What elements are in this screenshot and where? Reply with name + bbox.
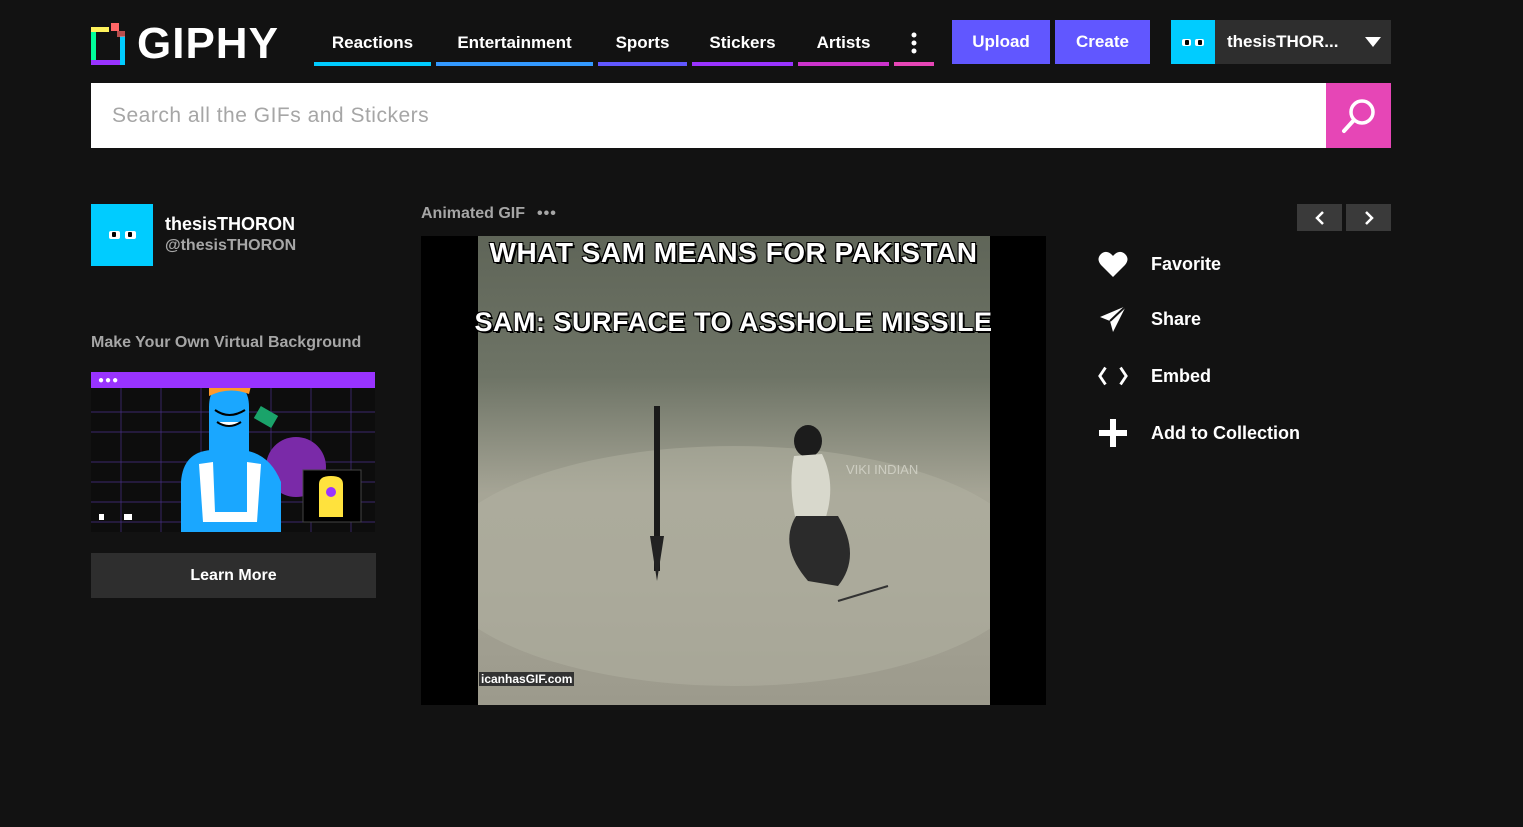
gif-caption-bottom: SAM: SURFACE TO ASSHOLE MISSILE <box>474 307 993 337</box>
chevron-right-icon <box>1364 210 1374 225</box>
add-to-collection-button[interactable]: Add to Collection <box>1097 417 1300 449</box>
more-vertical-icon <box>911 32 917 54</box>
code-brackets-icon <box>1097 360 1129 392</box>
search-button[interactable] <box>1326 83 1391 148</box>
channel-name: thesisTHORON <box>165 214 296 234</box>
upload-button[interactable]: Upload <box>952 20 1050 64</box>
brand-name: GIPHY <box>137 19 279 68</box>
main-nav: Reactions Entertainment Sports Stickers … <box>314 20 939 66</box>
gif-player[interactable]: WHAT SAM MEANS FOR PAKISTAN SAM: SURFACE… <box>421 236 1046 705</box>
favorite-label: Favorite <box>1151 253 1222 274</box>
nav-item-sports[interactable]: Sports <box>598 20 687 66</box>
gif-type-text: Animated GIF <box>421 205 526 222</box>
gif-caption-top: WHAT SAM MEANS FOR PAKISTAN <box>489 237 978 268</box>
embed-button[interactable]: Embed <box>1097 360 1211 392</box>
favorite-button[interactable]: Favorite <box>1097 248 1221 280</box>
share-label: Share <box>1151 308 1202 329</box>
user-menu[interactable]: thesisTHOR... <box>1171 20 1391 64</box>
nav-item-artists[interactable]: Artists <box>798 20 889 66</box>
chevron-down-icon <box>1365 37 1381 47</box>
nav-item-label: Artists <box>816 33 871 52</box>
heart-icon <box>1097 248 1129 280</box>
nav-underline <box>436 62 593 66</box>
previous-gif-button[interactable] <box>1297 204 1342 231</box>
next-gif-button[interactable] <box>1346 204 1391 231</box>
gif-watermark-site: icanhasGIF.com <box>479 672 575 686</box>
learn-more-button[interactable]: Learn More <box>91 553 376 598</box>
nav-item-label: Stickers <box>709 33 776 52</box>
promo-window-bar <box>91 372 375 388</box>
chevron-left-icon <box>1314 210 1324 225</box>
plus-icon <box>1097 417 1129 449</box>
nav-item-reactions[interactable]: Reactions <box>314 20 431 66</box>
search-input[interactable] <box>91 83 1326 148</box>
search-icon <box>1341 98 1375 133</box>
window-dots-icon: ●●● <box>98 375 120 386</box>
nav-underline <box>314 62 431 66</box>
add-to-collection-label: Add to Collection <box>1151 422 1300 443</box>
avatar <box>1171 20 1215 64</box>
avatar-eyes-icon <box>108 231 136 239</box>
gif-type-label: Animated GIF ••• <box>421 205 557 223</box>
channel-info[interactable]: thesisTHORON @thesisTHORON <box>91 204 296 266</box>
promo-image[interactable]: ●●● <box>91 372 375 532</box>
nav-underline <box>798 62 889 66</box>
user-name: thesisTHOR... <box>1227 32 1339 51</box>
more-options-icon[interactable]: ••• <box>537 205 557 223</box>
nav-item-entertainment[interactable]: Entertainment <box>436 20 593 66</box>
nav-underline <box>894 62 934 66</box>
nav-underline <box>598 62 687 66</box>
create-button[interactable]: Create <box>1055 20 1150 64</box>
embed-label: Embed <box>1151 365 1212 386</box>
nav-item-label: Sports <box>615 33 670 52</box>
promo-title: Make Your Own Virtual Background <box>91 334 362 351</box>
nav-item-stickers[interactable]: Stickers <box>692 20 793 66</box>
gif-watermark: VIKI INDIAN <box>846 462 919 477</box>
nav-item-label: Entertainment <box>457 33 572 52</box>
nav-item-label: Reactions <box>331 33 414 52</box>
search-bar <box>91 83 1391 148</box>
share-button[interactable]: Share <box>1097 303 1201 335</box>
send-icon <box>1097 303 1129 335</box>
channel-handle: @thesisTHORON <box>165 237 297 254</box>
nav-underline <box>692 62 793 66</box>
nav-more-button[interactable] <box>894 20 934 66</box>
giphy-logo[interactable]: GIPHY <box>91 22 279 66</box>
avatar-eyes-icon <box>1182 38 1204 46</box>
avatar <box>91 204 153 266</box>
giphy-logo-icon <box>91 23 125 65</box>
